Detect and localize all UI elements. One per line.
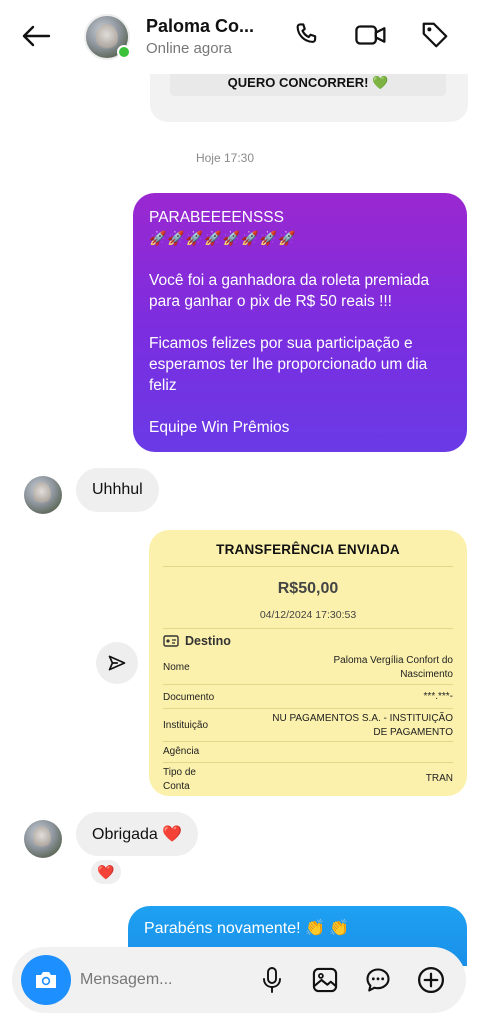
timestamp: Hoje 17:30	[0, 151, 478, 165]
receipt-row-instituicao: Instituição NU PAGAMENTOS S.A. - INSTITU…	[163, 710, 453, 744]
message-text: Parabéns novamente! 👏 👏	[144, 920, 350, 937]
message-line: Ficamos felizes por sua participação e	[149, 335, 413, 352]
receipt-row-tipo-conta: Tipo de Conta TRAN	[163, 764, 453, 794]
receipt-row-agencia: Agência	[163, 744, 453, 764]
message-signature: Equipe Win Prêmios	[149, 419, 290, 436]
send-icon	[108, 655, 126, 671]
chat-screen: Paloma Co... Online agora QUERO CONCORRE…	[0, 0, 478, 1024]
receipt-row-documento: Documento ***.***-	[163, 688, 453, 710]
row-value: Nascimento	[400, 669, 453, 680]
id-card-icon	[163, 635, 179, 647]
row-value: ***.***-	[423, 691, 453, 702]
phone-icon	[296, 23, 317, 43]
previous-message-card: QUERO CONCORRER! 💚	[150, 70, 468, 122]
received-message[interactable]: Uhhhul	[76, 468, 159, 512]
chat-header: Paloma Co... Online agora	[0, 0, 478, 74]
row-value: TRAN	[425, 773, 453, 784]
transfer-receipt-image[interactable]: TRANSFERÊNCIA ENVIADA R$50,00 04/12/2024…	[149, 530, 467, 796]
receipt-amount: R$50,00	[277, 580, 339, 597]
message-line: PARABEEEENSSS	[149, 209, 284, 226]
back-button[interactable]	[18, 18, 54, 54]
contact-avatar[interactable]	[84, 14, 131, 60]
divider	[163, 708, 453, 709]
online-indicator	[117, 45, 131, 59]
video-icon	[355, 25, 386, 45]
tag-button[interactable]	[418, 18, 452, 52]
video-call-button[interactable]	[354, 18, 388, 52]
divider	[163, 628, 453, 629]
gallery-button[interactable]	[310, 965, 340, 995]
row-value: Paloma Vergília Confort do	[333, 655, 453, 666]
receipt-datetime: 04/12/2024 17:30:53	[259, 609, 357, 621]
message-line: feliz	[149, 377, 177, 394]
sender-avatar[interactable]	[24, 820, 62, 858]
destination-label: Destino	[185, 634, 231, 648]
add-button[interactable]	[416, 965, 446, 995]
add-icon	[418, 967, 444, 993]
row-label: Agência	[163, 746, 200, 757]
receipt-destination-header: Destino	[163, 634, 231, 648]
divider	[163, 762, 453, 763]
contact-status: Online agora	[146, 40, 232, 57]
receipt-title: TRANSFERÊNCIA ENVIADA	[216, 542, 400, 557]
reaction-emoji: ❤️	[97, 863, 115, 880]
message-line: para ganhar o pix de R$ 50 reais !!!	[149, 293, 392, 310]
row-label: Instituição	[163, 720, 209, 731]
message-input[interactable]	[80, 967, 250, 993]
message-line: esperamos ter lhe proporcionado um dia	[149, 356, 428, 373]
receipt-row-nome: Nome Paloma Vergília Confort do Nascimen…	[163, 652, 453, 682]
row-label: Tipo de	[163, 767, 196, 778]
microphone-icon	[263, 967, 281, 993]
sent-message-congrats[interactable]: PARABEEEENSSS 🚀🚀🚀🚀🚀🚀🚀🚀 Você foi a ganhad…	[133, 193, 467, 452]
divider	[163, 741, 453, 742]
back-arrow-icon	[22, 25, 51, 47]
camera-icon	[36, 972, 56, 988]
message-line: Você foi a ganhadora da roleta premiada	[149, 272, 430, 289]
divider	[163, 566, 453, 567]
row-label: Nome	[163, 662, 190, 673]
message-composer	[12, 947, 466, 1013]
gallery-icon	[312, 967, 338, 993]
row-label: Conta	[163, 781, 190, 792]
row-value: NU PAGAMENTOS S.A. - INSTITUIÇÃO	[272, 713, 453, 724]
tag-icon	[422, 22, 448, 48]
call-button[interactable]	[290, 18, 324, 52]
voice-button[interactable]	[257, 965, 287, 995]
row-value: DE PAGAMENTO	[373, 727, 453, 738]
divider	[163, 684, 453, 685]
camera-button[interactable]	[21, 955, 71, 1005]
message-list[interactable]: QUERO CONCORRER! 💚 Hoje 17:30 PARABEEEEN…	[0, 70, 478, 1024]
heart-reaction[interactable]: ❤️	[89, 858, 123, 886]
rocket-emojis: 🚀🚀🚀🚀🚀🚀🚀🚀	[149, 230, 297, 246]
timestamp-text: Hoje 17:30	[195, 151, 255, 165]
sender-avatar[interactable]	[24, 476, 62, 514]
sticker-icon	[366, 968, 390, 992]
message-text: Obrigada ❤️	[92, 826, 183, 843]
contact-name[interactable]: Paloma Co...	[146, 16, 254, 37]
share-button[interactable]	[96, 642, 138, 684]
message-text: Uhhhul	[92, 481, 143, 498]
row-label: Documento	[163, 692, 215, 703]
sticker-button[interactable]	[363, 965, 393, 995]
received-message[interactable]: Obrigada ❤️	[76, 812, 199, 856]
